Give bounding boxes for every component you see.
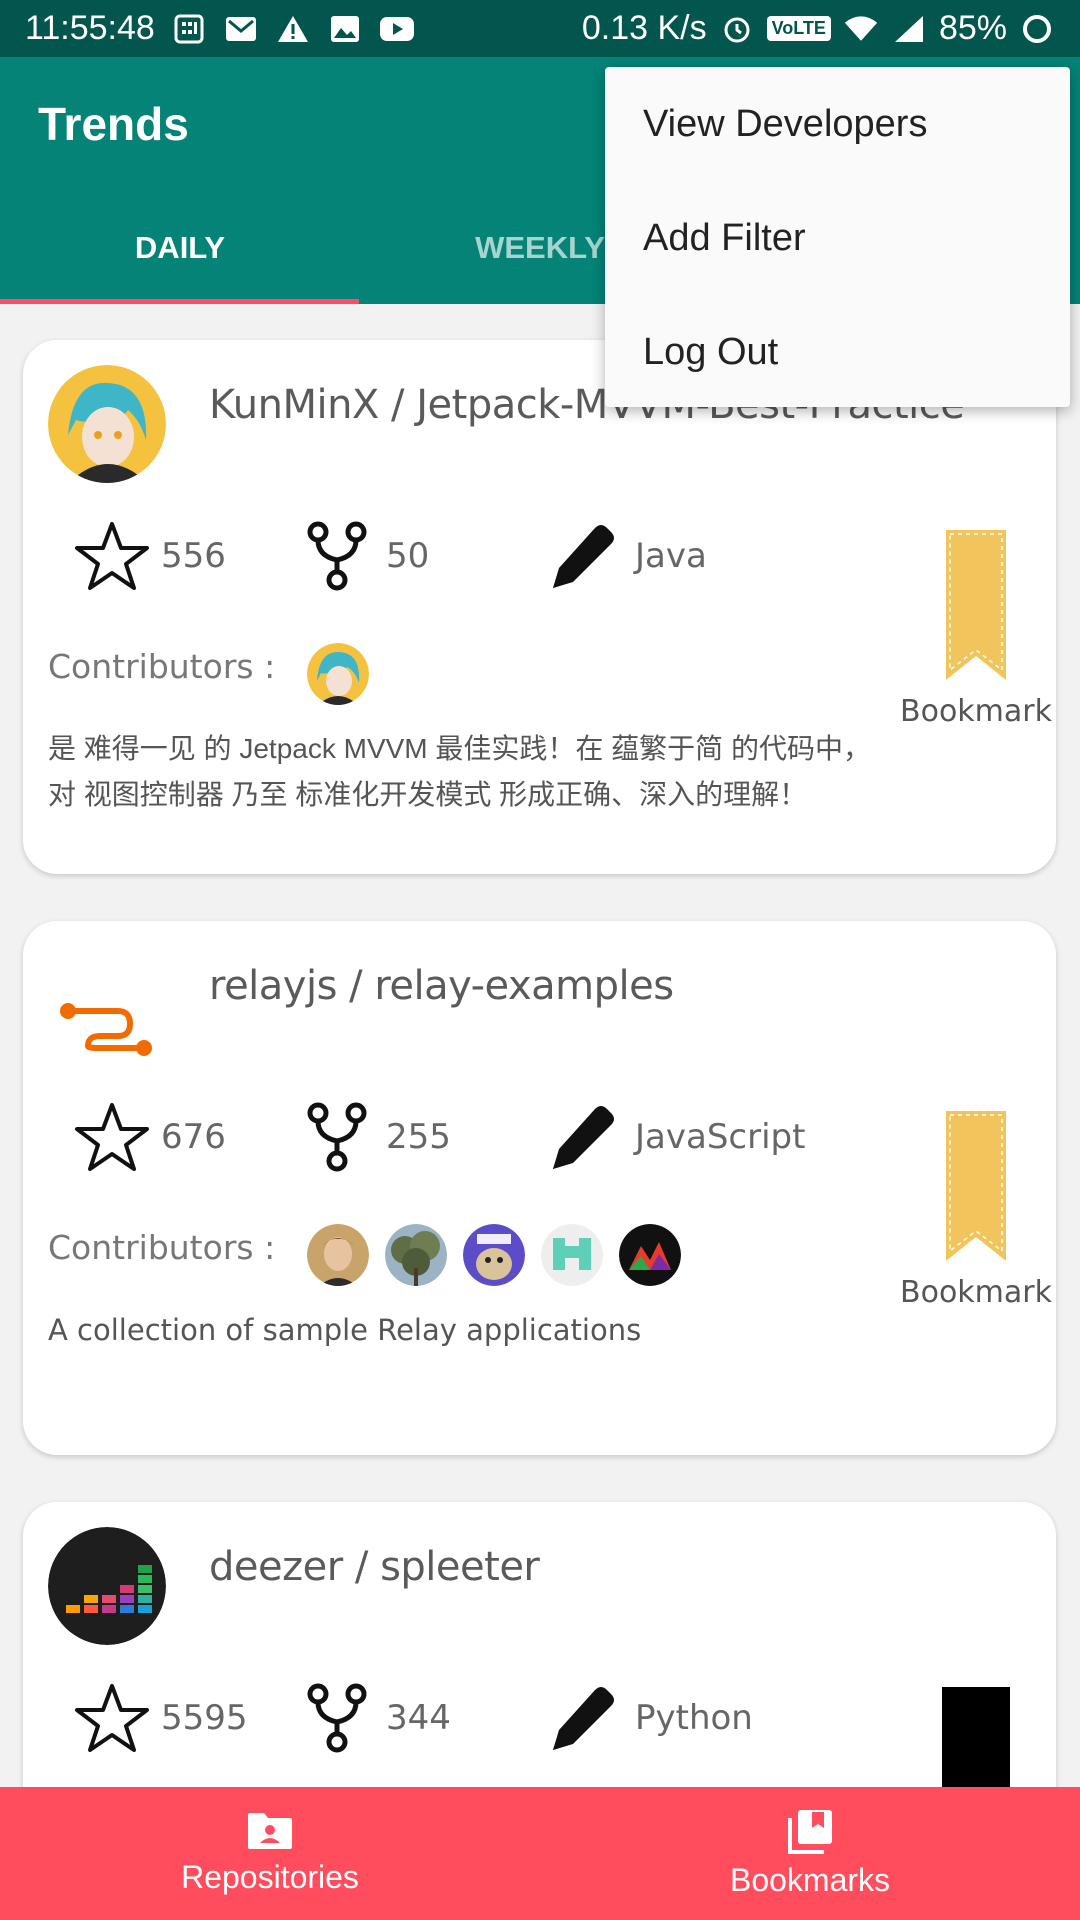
menu-item-log-out[interactable]: Log Out — [605, 295, 1070, 409]
contributor-avatar[interactable] — [307, 643, 369, 705]
language-label: JavaScript — [635, 1117, 806, 1157]
bookmark-label: Bookmark — [900, 694, 1052, 729]
language-stat: JavaScript — [543, 1101, 805, 1173]
repo-owner-avatar — [48, 365, 166, 483]
forks-count: 50 — [386, 536, 430, 576]
language-stat: Java — [543, 520, 707, 592]
repo-name[interactable]: deezer / spleeter — [209, 1544, 540, 1590]
stars-count: 676 — [161, 1117, 226, 1157]
star-icon — [75, 522, 149, 590]
warning-icon — [275, 14, 311, 44]
contributors-list — [307, 1224, 681, 1286]
status-bar: 11:55:48 0.13 K/s VoLTE 85% — [0, 0, 1080, 57]
nav-repositories[interactable]: Repositories — [0, 1787, 540, 1920]
contributor-avatar[interactable] — [463, 1224, 525, 1286]
language-stat: Python — [543, 1682, 753, 1754]
forks-stat: 50 — [298, 520, 429, 592]
status-time: 11:55:48 — [25, 9, 155, 47]
language-label: Python — [635, 1698, 753, 1738]
star-icon — [75, 1684, 149, 1752]
fork-icon — [307, 1683, 367, 1753]
bottom-navigation: Repositories Bookmarks — [0, 1787, 1080, 1920]
stars-count: 556 — [161, 536, 226, 576]
battery-percent: 85% — [938, 9, 1007, 47]
pen-icon — [553, 525, 614, 588]
contributor-avatar[interactable] — [385, 1224, 447, 1286]
repo-card[interactable]: KunMinX / Jetpack-MVVM-Best-Practice 556… — [23, 340, 1056, 874]
fork-icon — [307, 1102, 367, 1172]
stars-stat: 5595 — [73, 1682, 248, 1754]
menu-item-view-developers[interactable]: View Developers — [605, 67, 1070, 181]
repo-owner-avatar — [48, 946, 166, 1064]
repo-name[interactable]: relayjs / relay-examples — [209, 963, 674, 1009]
forks-stat: 255 — [298, 1101, 451, 1173]
stars-count: 5595 — [161, 1698, 248, 1738]
star-icon — [75, 1103, 149, 1171]
nav-repositories-label: Repositories — [181, 1859, 359, 1895]
battery-icon — [1019, 14, 1055, 44]
alarm-icon — [719, 14, 755, 44]
repo-description: A collection of sample Relay application… — [48, 1313, 642, 1347]
contributors-label: Contributors : — [48, 1228, 276, 1267]
forks-count: 344 — [386, 1698, 451, 1738]
contributors-list — [307, 643, 369, 705]
network-speed: 0.13 K/s — [581, 9, 707, 47]
pen-icon — [553, 1106, 614, 1169]
youtube-icon — [379, 14, 415, 44]
fork-icon — [307, 521, 367, 591]
nav-bookmarks-label: Bookmarks — [729, 1862, 891, 1898]
wifi-icon — [843, 14, 879, 44]
gmail-icon — [223, 14, 259, 44]
contributors-label: Contributors : — [48, 647, 276, 686]
calculator-icon — [171, 14, 207, 44]
image-icon — [327, 14, 363, 44]
stars-stat: 676 — [73, 1101, 226, 1173]
contributor-avatar[interactable] — [541, 1224, 603, 1286]
bookmark-ribbon-icon — [946, 1111, 1006, 1261]
bookmark-button[interactable]: Bookmark — [900, 1111, 1052, 1310]
bookmark-label: Bookmark — [900, 1275, 1052, 1310]
forks-stat: 344 — [298, 1682, 451, 1754]
bookmark-ribbon-icon — [946, 530, 1006, 680]
overflow-menu: View Developers Add Filter Log Out — [605, 67, 1070, 407]
language-label: Java — [635, 536, 707, 576]
repo-owner-avatar — [48, 1527, 166, 1645]
stars-stat: 556 — [73, 520, 226, 592]
signal-icon — [891, 14, 927, 44]
bookmarks-icon — [788, 1810, 832, 1854]
repo-card[interactable]: relayjs / relay-examples 676 255 JavaScr… — [23, 921, 1056, 1455]
contributor-avatar[interactable] — [307, 1224, 369, 1286]
tab-daily[interactable]: DAILY — [0, 192, 360, 304]
volte-badge: VoLTE — [766, 16, 831, 41]
bookmark-button[interactable]: Bookmark — [900, 530, 1052, 729]
forks-count: 255 — [386, 1117, 451, 1157]
contributor-avatar[interactable] — [619, 1224, 681, 1286]
repo-description: 是 难得一见 的 Jetpack MVVM 最佳实践！在 蕴繁于简 的代码中，对… — [48, 733, 871, 810]
app-title: Trends — [38, 98, 189, 150]
folder-user-icon — [248, 1813, 292, 1849]
nav-bookmarks[interactable]: Bookmarks — [540, 1787, 1080, 1920]
tab-indicator — [0, 299, 359, 304]
pen-icon — [553, 1687, 614, 1750]
menu-item-add-filter[interactable]: Add Filter — [605, 181, 1070, 295]
